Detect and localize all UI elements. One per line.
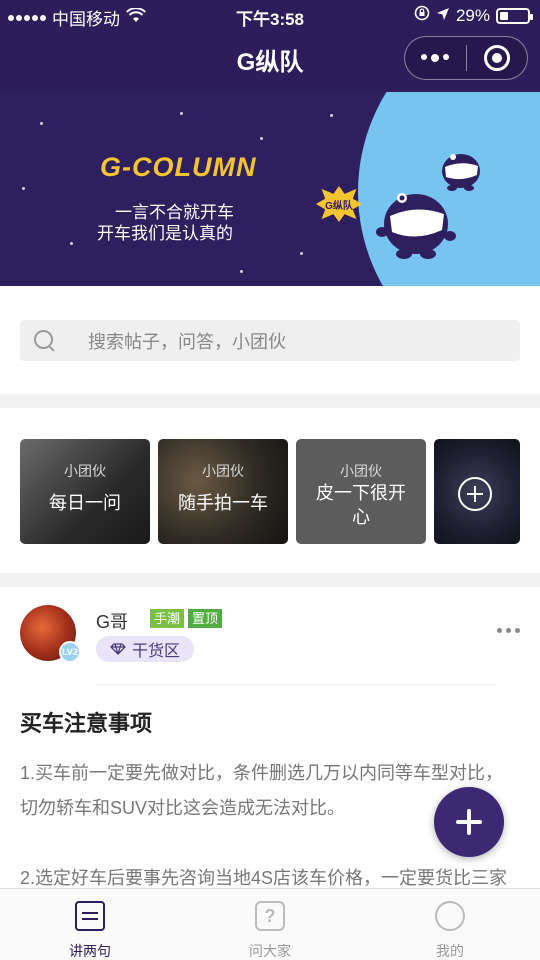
status-bar: 中国移动 下午3:58 29% [0, 0, 540, 32]
group-tile-have-fun[interactable]: 小团伙 皮一下很开心 [296, 439, 426, 544]
status-right: 29% [414, 5, 533, 26]
add-group-tile[interactable] [434, 439, 520, 544]
tab-ask[interactable]: ? 问大家 [180, 889, 360, 960]
post-zone-label: 干货区 [131, 643, 180, 660]
post-tag-trend: 手潮 [150, 609, 185, 628]
star-icon [260, 137, 263, 140]
target-circle-icon [483, 45, 510, 71]
group-tag: 小团伙 [64, 463, 106, 479]
close-miniprogram-button[interactable] [467, 37, 528, 79]
banner-slogan-2: 开车我们是认真的 [97, 224, 233, 243]
battery-fill [500, 11, 508, 20]
search-placeholder: 搜索帖子，问答，小团伙 [88, 331, 286, 352]
group-name: 皮一下很开心 [316, 483, 406, 527]
level-badge: LV2 [59, 641, 81, 663]
post-author[interactable]: G哥 [96, 608, 128, 634]
post-header-divider [96, 684, 496, 685]
more-menu-button[interactable] [405, 37, 466, 79]
more-dots-icon [421, 54, 450, 62]
banner-badge: G纵队 [316, 186, 362, 222]
star-icon [40, 122, 43, 125]
group-tile-car-snaps[interactable]: 小团伙 随手拍一车 [158, 439, 288, 544]
section-divider [0, 573, 540, 587]
star-icon [330, 114, 333, 117]
post-title[interactable]: 买车注意事项 [20, 706, 152, 738]
group-tile-daily-question[interactable]: 小团伙 每日一问 [20, 439, 150, 544]
battery-percent: 29% [455, 5, 490, 25]
miniprogram-capsule [404, 36, 528, 80]
group-tag: 小团伙 [202, 463, 244, 479]
mascot-large-icon [376, 193, 456, 259]
battery-icon [496, 7, 533, 24]
rotation-lock-icon [414, 5, 430, 26]
search-input[interactable]: 搜索帖子，问答，小团伙 [20, 320, 520, 361]
star-icon [240, 270, 243, 273]
star-icon [300, 252, 303, 255]
tab-label: 我的 [436, 943, 464, 959]
post-more-button[interactable] [497, 628, 520, 633]
tab-label: 讲两句 [69, 943, 111, 959]
top-bar: 中国移动 下午3:58 29% G纵队 [0, 0, 540, 92]
create-post-button[interactable] [434, 787, 504, 857]
tab-label: 问大家 [249, 943, 291, 959]
tab-talk[interactable]: 讲两句 [0, 889, 180, 960]
group-tag: 小团伙 [340, 463, 382, 479]
diamond-icon [110, 643, 126, 655]
star-icon [22, 187, 25, 190]
star-icon [180, 112, 183, 115]
plus-circle-icon [458, 477, 492, 511]
promo-banner[interactable]: G-COLUMN 一言不合就开车 开车我们是认真的 G纵队 [0, 92, 540, 286]
star-icon [70, 242, 73, 245]
post-tag-pinned: 置顶 [188, 609, 223, 628]
search-icon [34, 329, 56, 352]
user-icon [435, 901, 465, 931]
calendar-icon [75, 901, 105, 931]
section-divider [0, 394, 540, 408]
location-arrow-icon [436, 6, 450, 26]
group-name: 每日一问 [49, 493, 121, 513]
banner-brand: G-COLUMN [100, 152, 257, 182]
tab-mine[interactable]: 我的 [360, 889, 540, 960]
tab-bar: 讲两句 ? 问大家 我的 [0, 888, 540, 960]
question-icon: ? [255, 901, 285, 931]
mascot-small-icon [442, 154, 480, 191]
group-name: 随手拍一车 [178, 493, 268, 513]
post-zone-badge[interactable]: 干货区 [96, 636, 194, 662]
